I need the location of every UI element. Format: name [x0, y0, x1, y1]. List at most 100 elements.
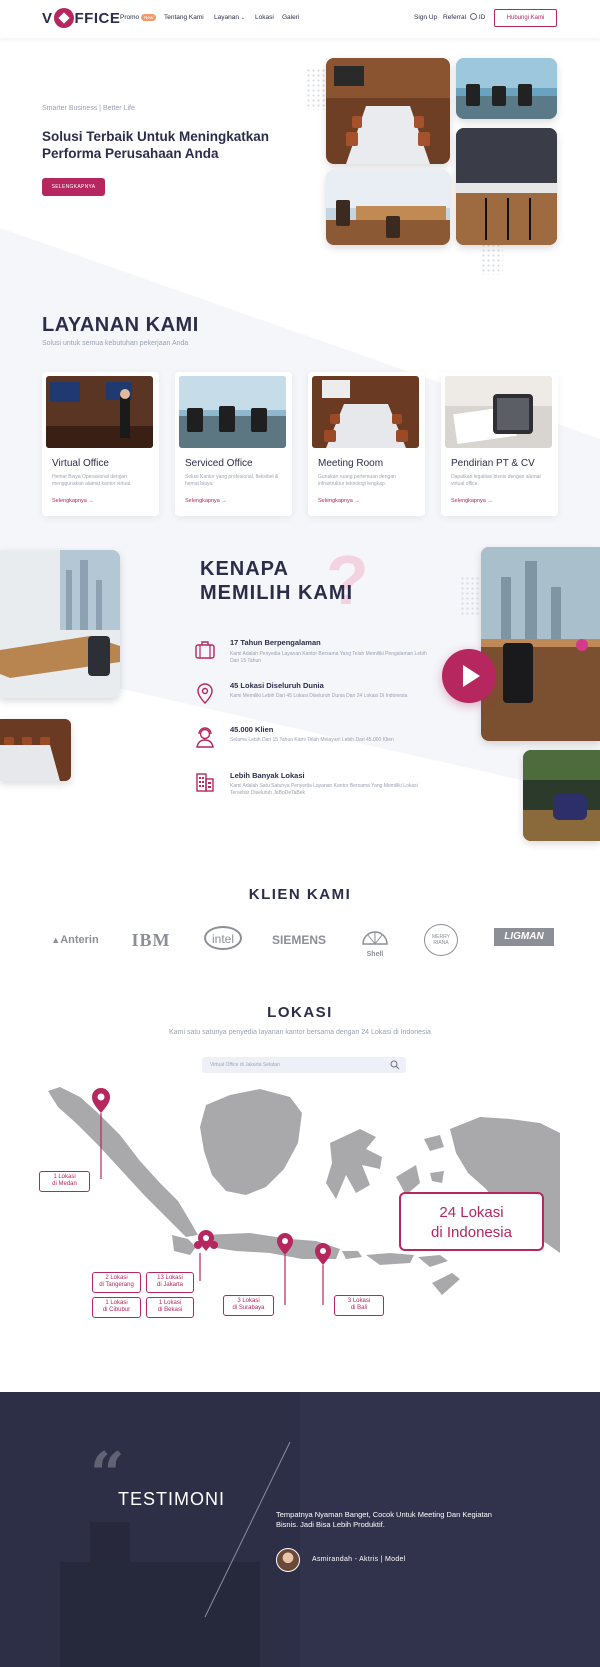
label-line1: 2 Lokasi [105, 1275, 128, 1281]
label-line1: 1 Lokasi [158, 1300, 182, 1306]
hero-photo-workspace-view [326, 170, 450, 245]
location-search[interactable]: Virtual Office di Jakarta Selatan [202, 1057, 406, 1073]
nav-lokasi[interactable]: Lokasi [255, 14, 274, 21]
shell-icon [362, 931, 388, 945]
service-card-meeting-room[interactable]: Meeting Room Gunakan ruang pertemuan den… [308, 372, 425, 516]
client-logo-ligman: LIGMAN [494, 928, 554, 946]
service-card-serviced-office[interactable]: Serviced Office Solusi Kantor yang profe… [175, 372, 292, 516]
nav-layanan[interactable]: Layanan ⌄ [214, 14, 245, 21]
hero-photo-office-chairs [456, 58, 557, 119]
location-label-medan[interactable]: 1 Lokasi di Medan [39, 1171, 90, 1192]
nav-layanan-label: Layanan [214, 14, 239, 21]
nav-promo[interactable]: Promo New [120, 14, 157, 21]
location-label-bali[interactable]: 3 Lokasi di Bali [334, 1295, 384, 1316]
label-line1: 1 Lokasi [53, 1174, 76, 1180]
language-switcher[interactable]: ID [470, 12, 486, 21]
why-us-title-line1: KENAPA [200, 558, 289, 580]
client-logo-intel: intel [204, 926, 242, 950]
feature-description: Kami Adalah Penyedia Layanan Kantor Bers… [230, 651, 427, 664]
referral-link[interactable]: Referral [443, 14, 466, 21]
services-title: LAYANAN KAMI [42, 314, 199, 336]
logo-mark-icon [53, 7, 74, 28]
hero-photo-lounge-bar [456, 128, 557, 245]
nav-galeri[interactable]: Galeri [282, 14, 299, 21]
search-input[interactable]: Virtual Office di Jakarta Selatan [210, 1062, 280, 1068]
why-us-title-line2: MEMILIH KAMI [200, 582, 354, 604]
location-title: LOKASI [267, 1004, 333, 1021]
why-us-title: KENAPA MEMILIH KAMI [200, 557, 353, 605]
photo-office-window [481, 547, 600, 741]
photo-lounge [523, 750, 600, 841]
promo-new-badge: New [141, 14, 157, 21]
label-line2: di Surabaya [232, 1305, 265, 1311]
testimonial-text: Tempatnya Nyaman Banget, Cocok Untuk Mee… [276, 1510, 492, 1529]
globe-icon [470, 12, 477, 20]
hero-title: Solusi Terbaik Untuk Meningkatkan Perfor… [42, 129, 270, 161]
logo-text-left: V [42, 10, 53, 27]
card-more-link[interactable]: Selengkapnya → [451, 498, 493, 504]
location-label-cibubur[interactable]: 1 Lokasi di Cibubur [92, 1297, 141, 1318]
testimonial-author: Asmirandah - Aktris | Model [312, 1556, 406, 1563]
location-label-surabaya[interactable]: 3 Lokasi di Surabaya [223, 1295, 274, 1316]
client-logo-merry-riana: MERRY RIANA [424, 924, 458, 956]
map-pin-surabaya[interactable] [277, 1233, 293, 1305]
location-subtitle: Kami satu satunya penyedia layanan kanto… [169, 1029, 431, 1036]
dot-pattern [460, 576, 480, 616]
label-line1: 3 Lokasi [347, 1298, 371, 1304]
service-card-virtual-office[interactable]: Virtual Office Hemat Biaya Operasional d… [42, 372, 159, 516]
label-line1: 3 Lokasi [237, 1298, 260, 1304]
photo-office-desk [0, 550, 120, 698]
card-description: Dapatkan legalitas bisnis dengan alamat … [451, 474, 541, 487]
dot-pattern [306, 68, 328, 110]
site-header: V FFICE Promo New Tentang Kami Layanan ⌄ L… [0, 0, 600, 38]
location-pin-icon [197, 683, 213, 704]
label-line1: 13 Lokasi [157, 1275, 183, 1281]
label-line2: di Medan [52, 1181, 77, 1187]
card-description: Gunakan ruang pertemuan dengan infrastru… [318, 474, 396, 487]
client-logo-siemens: SIEMENS [271, 933, 326, 947]
client-logo-shell: Shell [360, 926, 390, 958]
client-logo-ibm: IBM [131, 930, 171, 950]
photo-meeting-small [0, 719, 71, 781]
feature-title: Lebih Banyak Lokasi [230, 771, 305, 780]
signup-link[interactable]: Sign Up [414, 14, 437, 21]
hero-more-button[interactable]: SELENGKAPNYA [42, 178, 105, 196]
card-title: Pendirian PT & CV [451, 458, 535, 469]
meeting-room-image [312, 376, 419, 448]
language-label: ID [478, 14, 486, 21]
logo[interactable]: V FFICE [42, 7, 121, 28]
services-subtitle: Solusi untuk semua kebutuhan pekerjaan A… [42, 340, 189, 347]
location-label-jakarta[interactable]: 13 Lokasi di Jakarta [146, 1272, 194, 1293]
location-label-bekasi[interactable]: 1 Lokasi di Bekasi [146, 1297, 194, 1318]
triangle-icon: ▲ [51, 935, 61, 945]
serviced-office-image [179, 376, 286, 448]
clients-title: KLIEN KAMI [248, 886, 352, 903]
logo-text-right: FFICE [74, 10, 121, 27]
service-card-pendirian-pt[interactable]: Pendirian PT & CV Dapatkan legalitas bis… [441, 372, 558, 516]
client-name: Shell [366, 951, 384, 958]
card-more-link[interactable]: Selengkapnya → [318, 498, 360, 504]
virtual-office-image [46, 376, 153, 448]
avatar [276, 1548, 300, 1572]
feature-description: Kami Adalah Satu Satunya Penyedia Layana… [230, 783, 418, 796]
testimonial-title: TESTIMONI [118, 1489, 225, 1509]
label-line2: di Jakarta [156, 1282, 183, 1288]
chevron-down-icon: ⌄ [240, 15, 245, 21]
map-pin-bali[interactable] [315, 1243, 331, 1305]
total-locations-line2: di Indonesia [431, 1224, 512, 1241]
headset-user-icon [196, 727, 214, 748]
hero-photo-boardroom [326, 58, 450, 164]
total-locations-box: 24 Lokasi di Indonesia [399, 1192, 544, 1251]
search-icon[interactable] [390, 1060, 400, 1070]
feature-description: Kami Memiliki Lebih Dari 45 Lokasi Disel… [230, 693, 408, 699]
play-video-button[interactable] [442, 649, 496, 703]
nav-tentang-kami[interactable]: Tentang Kami [164, 14, 204, 21]
hero-tagline: Smarter Business | Better Life [42, 105, 135, 112]
card-more-link[interactable]: Selengkapnya → [52, 498, 94, 504]
client-name: Anterin [60, 934, 99, 946]
location-label-tangerang[interactable]: 2 Lokasi di Tangerang [92, 1272, 141, 1293]
total-locations-line1: 24 Lokasi [439, 1204, 504, 1221]
card-more-link[interactable]: Selengkapnya → [185, 498, 227, 504]
contact-button[interactable]: Hubungi Kami [494, 9, 557, 27]
client-logo-anterin: ▲Anterin [44, 926, 106, 954]
